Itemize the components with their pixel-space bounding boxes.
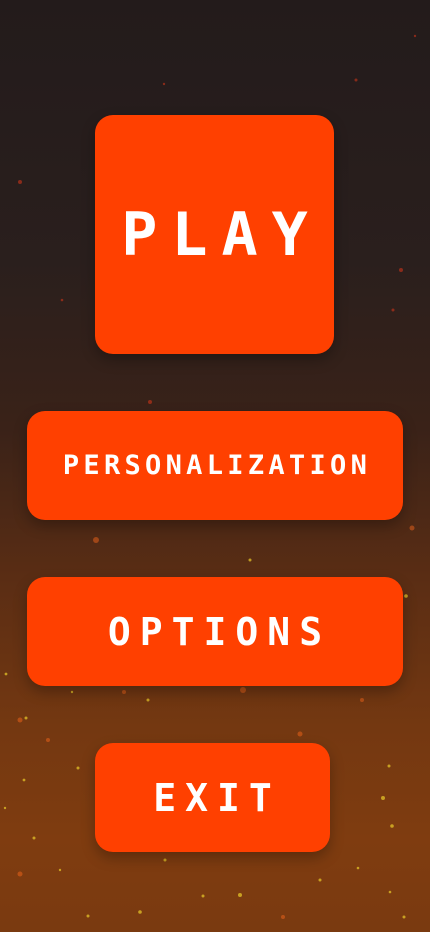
personalization-button[interactable]: PERSONALIZATION bbox=[27, 411, 403, 520]
exit-button[interactable]: EXIT bbox=[95, 743, 330, 852]
play-button[interactable]: PLAY bbox=[95, 115, 334, 354]
options-button[interactable]: OPTIONS bbox=[27, 577, 403, 686]
